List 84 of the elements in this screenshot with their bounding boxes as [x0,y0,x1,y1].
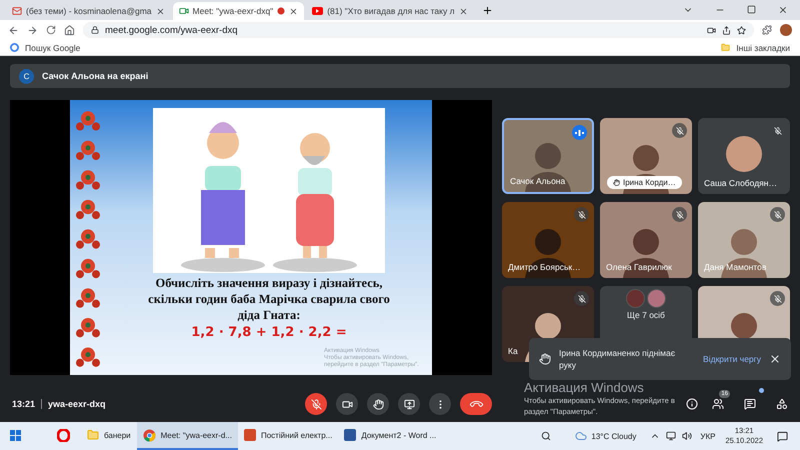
chat-icon [744,398,756,410]
volume-icon[interactable] [682,431,692,441]
audio-level-icon [572,125,587,140]
home-icon[interactable] [64,24,75,36]
lock-icon [91,26,99,34]
share-icon[interactable] [722,26,731,34]
people-icon [712,398,724,410]
participant-name: Сачок Альона [510,176,566,186]
address-bar[interactable]: meet.google.com/ywa-eexr-dxq [83,22,754,38]
notification-text: Ірина Кордиманенко піднімає руку [559,347,676,371]
presenter-label: Сачок Альона на екрані [42,71,148,81]
close-icon[interactable] [778,5,788,15]
forward-icon[interactable] [27,24,38,36]
avatar-circle [726,136,762,172]
language-indicator[interactable]: УКР [700,432,716,440]
mic-off-icon [310,398,322,410]
avatar-circle [647,289,666,308]
extensions-icon[interactable] [762,25,772,35]
open-queue-link[interactable]: Відкрити чергу [703,354,761,364]
close-icon[interactable] [289,6,298,16]
math-expression: 1,2 · 7,8 + 1,2 · 2,2 = [191,325,347,340]
browser-tab[interactable]: (81) "Хто вигадав для нас таку л [306,2,474,20]
camera-icon [178,6,189,16]
participant-name: Даня Мамонтов [704,262,766,272]
folder-icon [721,43,730,52]
camera-icon [342,398,352,410]
more-options-button[interactable] [429,393,451,415]
browser-tab[interactable]: Meet: "ywa-eexr-dxq" [172,2,304,20]
taskbar-item[interactable]: Документ2 - Word ... [338,422,442,450]
maximize-icon[interactable] [747,5,756,14]
cloud-icon [575,430,588,442]
reload-icon[interactable] [46,25,56,35]
slide-question: Обчисліть значення виразу і дізнайтесь, скільки годин баба Марічка сварила свого діда Гната: [148,275,390,323]
taskbar-item[interactable]: Meet: "ywa-eexr-d... [136,422,238,450]
chat-button[interactable] [744,390,762,410]
close-icon[interactable] [769,353,781,365]
network-icon[interactable] [666,431,676,441]
meeting-code: ywa-eexr-dxq [48,399,106,409]
participant-name: Ка [508,346,518,356]
close-icon[interactable] [458,6,468,16]
play-icon [312,7,324,15]
end-call-button[interactable] [460,393,492,415]
presentation-icon [244,429,256,441]
participant-name: Олена Гаврилюк [606,262,672,272]
info-icon[interactable] [686,398,698,410]
present-button[interactable] [398,393,420,415]
bookmark-link[interactable]: Пошук Google [25,42,80,52]
avatar-circle [626,289,645,308]
chrome-icon [142,428,156,442]
new-tab-icon[interactable] [482,4,493,16]
participant-name: Саша Слободян… [704,178,777,188]
profile-avatar[interactable] [780,24,792,36]
bookmark-folder[interactable]: Інші закладки [736,42,790,52]
weather-label[interactable]: 13°C Cloudy [591,432,636,440]
meeting-time: 13:21 [12,399,36,409]
microphone-button[interactable] [305,393,327,415]
taskbar-item[interactable]: банери [81,422,137,450]
taskbar-item[interactable]: Постійний електр... [238,422,338,450]
hand-icon [613,179,620,186]
back-icon[interactable] [8,24,19,36]
raise-hand-button[interactable] [367,393,389,415]
document-icon [344,429,356,441]
hand-icon [372,398,384,410]
activities-icon[interactable] [776,398,788,410]
camera-icon[interactable] [707,26,716,34]
participant-name: Дмитро Боярськ… [508,262,581,272]
star-icon[interactable] [737,26,746,34]
watermark-title: Активация Windows [524,380,645,395]
windows-logo-icon [10,430,21,440]
url-text: meet.google.com/ywa-eexr-dxq [105,24,239,36]
camera-button[interactable] [336,393,358,415]
hand-icon [539,353,551,365]
participant-name: Ірина Корди… [607,176,682,189]
more-people-label: Ще 7 осіб [627,310,665,320]
people-search-icon[interactable] [541,431,552,441]
folder-icon [87,429,99,441]
close-icon[interactable] [156,6,165,16]
avatar-initial: С [19,68,34,84]
browser-tab[interactable]: (без теми) - kosminaolena@gma [6,2,171,20]
present-screen-icon [404,398,414,410]
opera-icon [57,428,70,442]
mail-icon [12,6,22,16]
google-icon [10,43,19,52]
notifications-icon[interactable] [777,430,788,442]
